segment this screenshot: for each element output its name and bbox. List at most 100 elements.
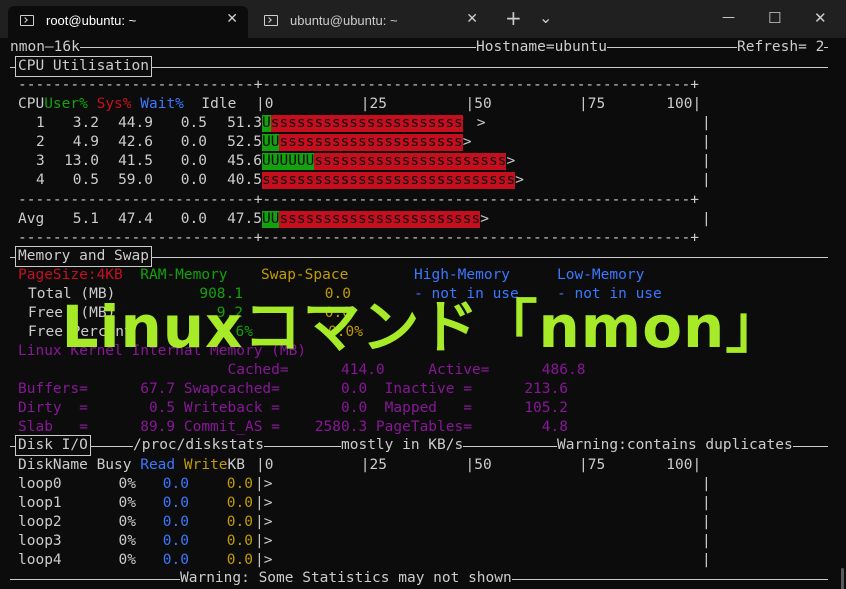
- sys-bar: sssssssssssssssssssssssssssss: [262, 172, 516, 189]
- bar-end: >: [515, 172, 524, 188]
- cpu-sys: 47.4: [118, 211, 153, 227]
- scale-end: |: [702, 134, 711, 150]
- disk-bar: |>: [255, 476, 273, 492]
- scale-end: |: [702, 115, 711, 131]
- scrollbar-thumb[interactable]: [841, 568, 844, 589]
- window-close-button[interactable]: ✕: [814, 8, 827, 28]
- disk-read: 0.0: [162, 476, 189, 492]
- scale-end: |: [702, 153, 711, 169]
- scale-end: |: [702, 495, 711, 511]
- disk-section-title: Disk I/O: [15, 435, 91, 456]
- disk-scale: |0 |25 |50 |75 100|: [256, 457, 702, 473]
- disk-name: loop2: [18, 514, 62, 530]
- cpu-dash-bottom: ---------------------------+------------…: [18, 230, 699, 246]
- memory-section-title: Memory and Swap: [15, 246, 152, 267]
- avg-label: Avg: [18, 211, 45, 227]
- disk-bar: |>: [255, 495, 273, 511]
- cpu-idle: 51.3: [227, 115, 262, 131]
- cpu-sys: 41.5: [118, 153, 153, 169]
- cpu-wait: 0.0: [180, 134, 207, 150]
- cpu-sys: 42.6: [118, 134, 153, 150]
- disk-read: 0.0: [162, 552, 189, 568]
- disk-units: mostly in KB/s: [341, 436, 464, 455]
- scale-end: |: [702, 514, 711, 530]
- cpu-user: 0.5: [72, 172, 99, 188]
- bar-end: >: [480, 211, 489, 227]
- kb-col: KB: [227, 457, 245, 473]
- tab-root[interactable]: root@ubuntu: ~ ✕: [8, 6, 248, 38]
- scale-end: |: [702, 476, 711, 492]
- user-col: User%: [44, 96, 88, 112]
- cpu-user: 13.0: [64, 153, 99, 169]
- disk-header: DiskName Busy Read WriteKB: [18, 456, 245, 475]
- header-rule: [10, 47, 828, 48]
- cpu-idle: 40.5: [227, 172, 262, 188]
- disk-busy: 0%: [118, 533, 136, 549]
- cpu-wait: 0.0: [180, 153, 207, 169]
- disk-name: loop1: [18, 495, 62, 511]
- disk-busy: 0%: [118, 514, 136, 530]
- disk-write: 0.0: [226, 495, 253, 511]
- cpu-idle: 45.6: [227, 153, 262, 169]
- tab-close-button[interactable]: ✕: [226, 11, 238, 27]
- tab-title: root@ubuntu: ~: [46, 13, 137, 28]
- disk-name: loop0: [18, 476, 62, 492]
- overlay-title: Linuxコマンド「nmon」: [61, 293, 785, 361]
- minimize-button[interactable]: —: [722, 8, 735, 28]
- cpu-id: 3: [36, 153, 45, 169]
- title-bar: root@ubuntu: ~ ✕ ubuntu@ubuntu: ~ ✕ + ⌄ …: [0, 0, 846, 38]
- cpu-wait: 0.0: [180, 211, 207, 227]
- disk-read: 0.0: [162, 533, 189, 549]
- disk-write: 0.0: [226, 533, 253, 549]
- tab-title: ubuntu@ubuntu: ~: [290, 13, 398, 28]
- scale-end: |: [702, 211, 711, 227]
- cpu-id: 1: [36, 115, 45, 131]
- user-bar: UU: [262, 134, 280, 151]
- new-tab-button[interactable]: +: [505, 8, 522, 28]
- cpu-dash-mid: ---------------------------+------------…: [18, 192, 699, 208]
- disk-write: 0.0: [226, 476, 253, 492]
- sys-bar: sssssssssssssssssssssss: [279, 211, 481, 228]
- diskname-col: DiskName Busy: [18, 457, 141, 473]
- bar-end: >: [462, 134, 472, 150]
- bar-end: >: [476, 115, 486, 131]
- cpu-user: 5.1: [72, 211, 99, 227]
- disk-name: loop4: [18, 552, 62, 568]
- cpu-sys: 59.0: [118, 172, 153, 188]
- disk-warning: Warning:contains duplicates: [557, 436, 793, 455]
- cpu-dash-top: ---------------------------+------------…: [18, 77, 699, 93]
- cpu-wait: 0.0: [180, 172, 207, 188]
- disk-write: 0.0: [226, 514, 253, 530]
- disk-busy: 0%: [118, 552, 136, 568]
- maximize-button[interactable]: ☐: [768, 8, 781, 28]
- terminal-icon: [20, 15, 34, 26]
- write-col: Write: [183, 457, 228, 473]
- disk-read: 0.0: [162, 495, 189, 511]
- kernel-row: Slab = 89.9 Commit_AS = 2580.3 PageTable…: [18, 419, 568, 435]
- kernel-row: Dirty = 0.5 Writeback = 0.0 Mapped = 105…: [18, 400, 568, 416]
- sys-bar: ssssssssssssssssssssss: [314, 153, 507, 170]
- refresh-rate: Refresh= 2: [737, 38, 825, 57]
- cpu-section-title: CPU Utilisation: [15, 56, 152, 77]
- tab-dropdown-button[interactable]: ⌄: [539, 8, 552, 28]
- sys-bar: ssssssssssssssssssssss: [270, 115, 463, 132]
- user-bar: UUUUUU: [262, 153, 315, 170]
- nmon-version: nmon—16k: [10, 38, 80, 57]
- hostname: Hostname=ubuntu: [476, 38, 607, 57]
- tab-ubuntu[interactable]: ubuntu@ubuntu: ~ ✕: [252, 6, 488, 38]
- terminal-icon: [264, 15, 278, 26]
- cpu-sys: 44.9: [118, 115, 153, 131]
- scale-end: |: [702, 533, 711, 549]
- disk-read: 0.0: [162, 514, 189, 530]
- disk-bar: |>: [255, 552, 273, 568]
- tab-close-button[interactable]: ✕: [466, 11, 478, 27]
- kernel-row: Buffers= 67.7 Swapcached= 0.0 Inactive =…: [18, 381, 568, 397]
- disk-path: /proc/diskstats: [133, 436, 264, 455]
- disk-bar: |>: [255, 533, 273, 549]
- disk-bar: |>: [255, 514, 273, 530]
- read-col: Read: [140, 457, 184, 473]
- footer-warning: Warning: Some Statistics may not shown: [180, 569, 512, 588]
- sys-col: Sys%: [96, 96, 132, 112]
- terminal-window: root@ubuntu: ~ ✕ ubuntu@ubuntu: ~ ✕ + ⌄ …: [0, 0, 846, 589]
- disk-write: 0.0: [226, 552, 253, 568]
